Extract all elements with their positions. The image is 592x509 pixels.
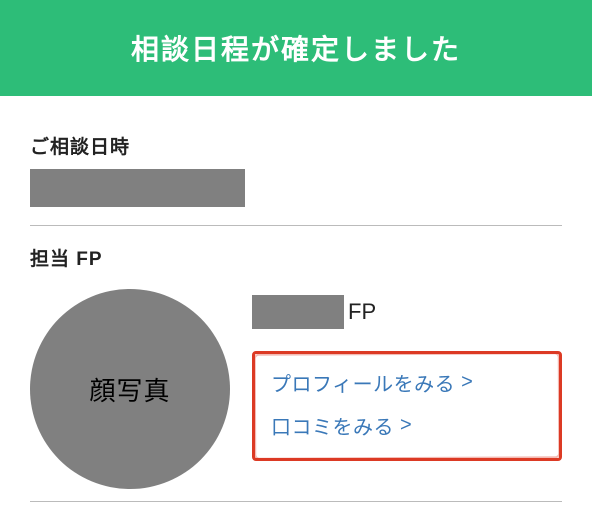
profile-link[interactable]: プロフィールをみる > xyxy=(271,368,543,397)
reviews-link-text: 口コミをみる xyxy=(271,411,394,440)
fp-name-value xyxy=(252,295,344,329)
fp-section-label: 担当 FP xyxy=(30,244,562,271)
fp-details: FP プロフィールをみる > 口コミをみる > xyxy=(252,289,562,461)
main-content: ご相談日時 担当 FP 顔写真 FP プロフィールをみる > 口コミをみる > xyxy=(0,96,592,502)
fp-name-suffix: FP xyxy=(348,299,376,325)
fp-name-row: FP xyxy=(252,295,562,329)
consult-date-label: ご相談日時 xyxy=(30,132,562,159)
links-highlight-box: プロフィールをみる > 口コミをみる > xyxy=(252,351,562,461)
reviews-link[interactable]: 口コミをみる > xyxy=(271,411,543,440)
divider-1 xyxy=(30,225,562,226)
consult-date-value xyxy=(30,169,245,207)
header-title: 相談日程が確定しました xyxy=(131,34,461,65)
chevron-right-icon: > xyxy=(461,371,473,394)
chevron-right-icon: > xyxy=(400,414,412,437)
header-banner: 相談日程が確定しました xyxy=(0,0,592,96)
profile-link-text: プロフィールをみる xyxy=(271,368,455,397)
fp-row: 顔写真 FP プロフィールをみる > 口コミをみる > xyxy=(30,289,562,489)
divider-2 xyxy=(30,501,562,502)
avatar: 顔写真 xyxy=(30,289,230,489)
avatar-text: 顔写真 xyxy=(89,371,170,408)
